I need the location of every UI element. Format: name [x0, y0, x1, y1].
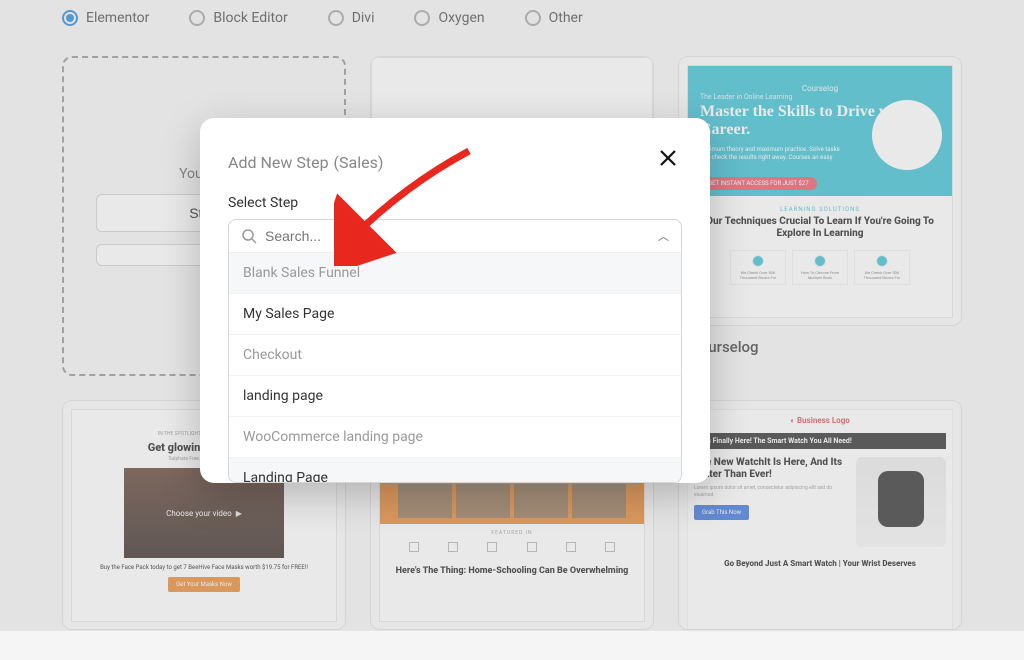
search-input[interactable] [265, 228, 658, 244]
modal-context: (Sales) [334, 153, 384, 172]
chevron-up-icon[interactable]: ︿ [658, 228, 669, 244]
option-landing-page-2[interactable]: Landing Page [229, 457, 681, 482]
close-icon [658, 148, 678, 168]
step-combobox: ︿ Blank Sales Funnel My Sales Page Check… [228, 219, 682, 483]
option-woocommerce-landing[interactable]: WooCommerce landing page [229, 416, 681, 457]
modal-title: Add New Step (Sales) [228, 149, 383, 173]
option-checkout[interactable]: Checkout [229, 334, 681, 375]
select-step-label: Select Step [228, 195, 682, 211]
close-button[interactable] [654, 144, 682, 177]
combobox-options: Blank Sales Funnel My Sales Page Checkou… [229, 252, 681, 482]
option-my-sales-page[interactable]: My Sales Page [229, 293, 681, 334]
option-landing-page[interactable]: landing page [229, 375, 681, 416]
add-step-modal: Add New Step (Sales) Select Step ︿ Blank… [200, 118, 710, 483]
option-blank-sales-funnel[interactable]: Blank Sales Funnel [229, 253, 681, 293]
combobox-input-row[interactable]: ︿ [229, 220, 681, 252]
search-icon [241, 228, 257, 244]
